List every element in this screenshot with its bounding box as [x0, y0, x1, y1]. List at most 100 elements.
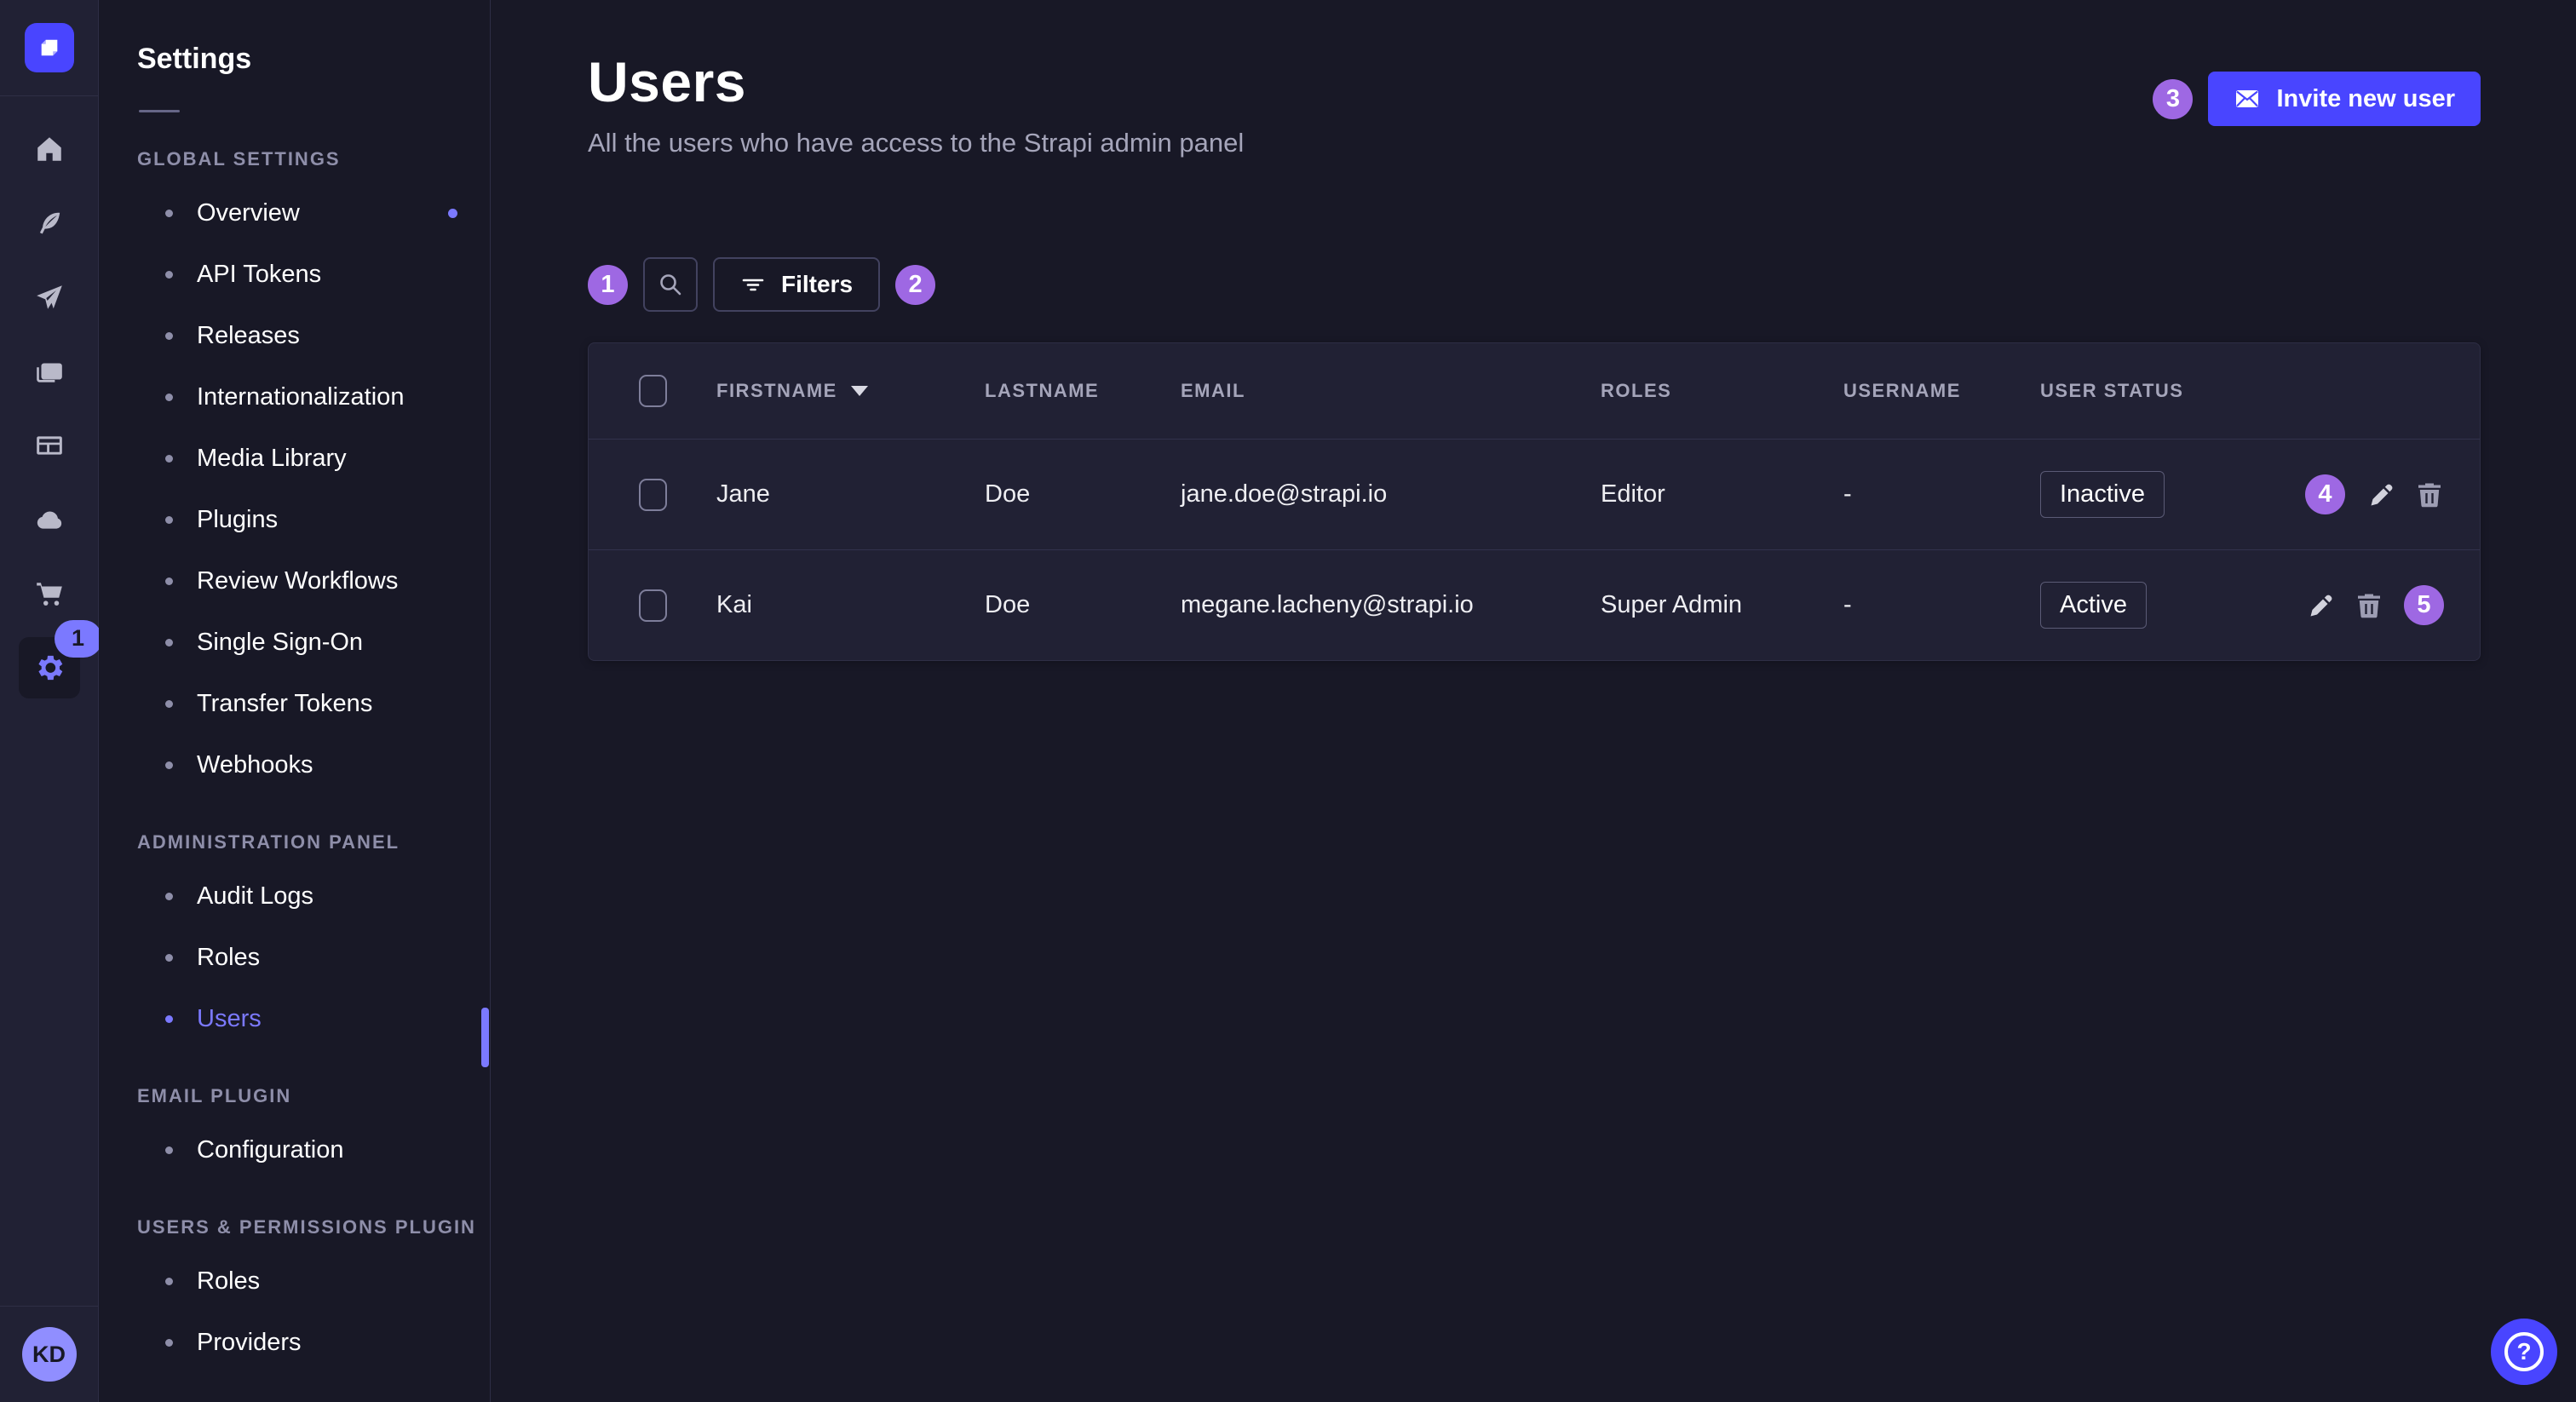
sidebar-item-overview[interactable]: Overview [99, 182, 490, 244]
nav-section-title: USERS & PERMISSIONS PLUGIN [99, 1216, 490, 1238]
sidebar-item-label: Webhooks [197, 751, 313, 779]
sidebar-item-label: Releases [197, 322, 300, 350]
user-avatar[interactable]: KD [22, 1327, 77, 1382]
sidebar-item-label: Plugins [197, 506, 278, 534]
delete-user-button[interactable] [2355, 591, 2383, 620]
invite-new-user-button[interactable]: Invite new user [2208, 72, 2481, 126]
column-header-lastname: LASTNAME [985, 380, 1181, 402]
sidebar-item-audit-logs[interactable]: Audit Logs [99, 865, 490, 927]
bullet-icon [165, 394, 173, 401]
status-badge: Inactive [2040, 471, 2165, 518]
annotation-badge-1: 1 [588, 265, 628, 305]
filters-button-label: Filters [781, 271, 853, 298]
pencil-icon [2305, 591, 2334, 620]
invite-wrap: 3 Invite new user [2153, 72, 2481, 126]
annotation-badge-4: 4 [2305, 474, 2345, 514]
cell-username: - [1843, 480, 2040, 509]
edit-user-button[interactable] [2305, 591, 2334, 620]
trash-icon [2355, 591, 2383, 620]
bullet-icon [165, 761, 173, 769]
page-subtitle: All the users who have access to the Str… [588, 128, 1244, 158]
sidebar-item-providers[interactable]: Providers [99, 1312, 490, 1373]
sidebar-item-label: API Tokens [197, 261, 321, 289]
bullet-icon [165, 210, 173, 217]
content-header: Users All the users who have access to t… [588, 49, 2481, 158]
sidebar-item-api-tokens[interactable]: API Tokens [99, 244, 490, 305]
settings-gear-active[interactable]: 1 [19, 637, 80, 698]
filters-button[interactable]: Filters [713, 257, 880, 312]
deploy-paper-plane-icon[interactable] [0, 260, 98, 334]
sidebar-item-label: Overview [197, 199, 300, 227]
cell-username: - [1843, 591, 2040, 619]
settings-nav-sections: GLOBAL SETTINGS Overview API Tokens Release… [99, 148, 490, 1373]
sidebar-item-label: Audit Logs [197, 882, 313, 911]
bullet-icon [165, 893, 173, 900]
row-checkbox[interactable] [639, 589, 667, 622]
settings-rail-slot[interactable]: 1 [0, 630, 98, 704]
envelope-icon [2234, 85, 2261, 112]
sidebar-item-webhooks[interactable]: Webhooks [99, 734, 490, 796]
sidebar-item-review-workflows[interactable]: Review Workflows [99, 550, 490, 612]
nav-rail: 1 KD [0, 0, 99, 1402]
subnav-divider [139, 110, 180, 112]
content-type-builder-feather-icon[interactable] [0, 186, 98, 260]
bullet-icon [165, 332, 173, 340]
cell-email: megane.lacheny@strapi.io [1181, 591, 1601, 619]
invite-button-label: Invite new user [2276, 85, 2455, 113]
table-row: Jane Doe jane.doe@strapi.io Editor - Ina… [589, 439, 2480, 549]
nav-section: ADMINISTRATION PANELAudit LogsRolesUsers [99, 831, 490, 1049]
sidebar-item-label: Configuration [197, 1136, 344, 1164]
sidebar-item-users[interactable]: Users [99, 988, 490, 1049]
column-header-firstname[interactable]: FIRSTNAME [716, 380, 985, 402]
bullet-icon [165, 1278, 173, 1285]
toolbar: 1 Filters 2 [588, 257, 2481, 312]
sidebar-item-plugins[interactable]: Plugins [99, 489, 490, 550]
filter-icon [740, 272, 766, 297]
sidebar-item-configuration[interactable]: Configuration [99, 1119, 490, 1181]
sidebar-item-roles[interactable]: Roles [99, 927, 490, 988]
media-library-images-icon[interactable] [0, 334, 98, 408]
subnav-title: Settings [99, 0, 490, 76]
delete-user-button[interactable] [2415, 480, 2444, 509]
sidebar-item-transfer-tokens[interactable]: Transfer Tokens [99, 673, 490, 734]
content-manager-layout-icon[interactable] [0, 408, 98, 482]
bullet-icon [165, 639, 173, 646]
cloud-icon[interactable] [0, 482, 98, 556]
annotation-badge-3: 3 [2153, 79, 2193, 119]
sidebar-item-label: Roles [197, 1267, 260, 1296]
strapi-logo[interactable] [25, 23, 74, 72]
row-actions: 4 [2253, 474, 2480, 514]
status-badge: Active [2040, 582, 2147, 629]
row-select-cell [589, 589, 716, 622]
sidebar-item-releases[interactable]: Releases [99, 305, 490, 366]
bullet-icon [165, 1146, 173, 1154]
edit-user-button[interactable] [2366, 480, 2395, 509]
help-button[interactable]: ? [2491, 1319, 2557, 1385]
select-all-checkbox[interactable] [639, 375, 667, 407]
marketplace-cart-icon[interactable] [0, 556, 98, 630]
pencil-icon [2366, 480, 2395, 509]
sidebar-item-single-sign-on[interactable]: Single Sign-On [99, 612, 490, 673]
subnav-scrollbar-thumb[interactable] [481, 1008, 489, 1067]
sidebar-item-media-library[interactable]: Media Library [99, 428, 490, 489]
users-table: FIRSTNAME LASTNAME EMAIL ROLES USERNAME … [588, 342, 2481, 661]
main-content: Users All the users who have access to t… [492, 0, 2576, 1402]
sidebar-item-roles[interactable]: Roles [99, 1250, 490, 1312]
logo-block [0, 0, 98, 96]
sidebar-item-internationalization[interactable]: Internationalization [99, 366, 490, 428]
nav-section-title: EMAIL PLUGIN [99, 1085, 490, 1107]
rail-icons: 1 [0, 112, 98, 704]
bullet-icon [165, 954, 173, 962]
nav-section-title: GLOBAL SETTINGS [99, 148, 490, 170]
nav-section: EMAIL PLUGIN Configuration [99, 1085, 490, 1181]
search-button[interactable] [643, 257, 698, 312]
bullet-icon [165, 455, 173, 463]
home-icon[interactable] [0, 112, 98, 186]
bullet-icon [165, 700, 173, 708]
sidebar-item-label: Providers [197, 1329, 302, 1357]
annotation-badge-5: 5 [2404, 585, 2444, 625]
rail-bottom: KD [0, 1306, 98, 1402]
bullet-icon [165, 271, 173, 279]
row-checkbox[interactable] [639, 479, 667, 511]
bullet-icon [165, 1339, 173, 1347]
